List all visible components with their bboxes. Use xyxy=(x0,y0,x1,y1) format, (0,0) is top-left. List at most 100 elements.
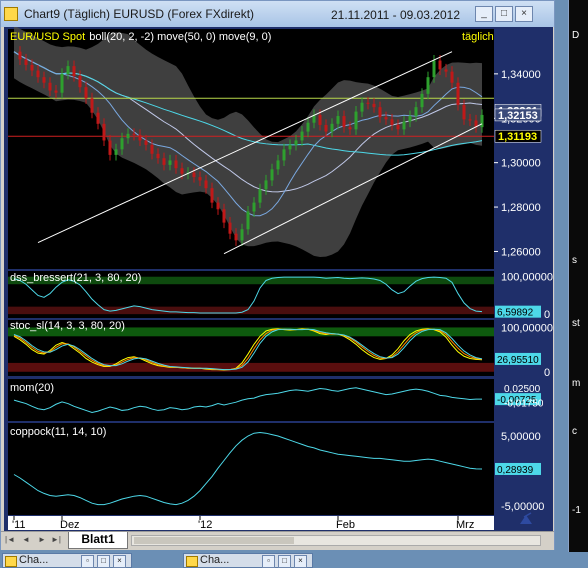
value-label: 0,28939 xyxy=(497,465,534,476)
candle-down xyxy=(132,133,136,135)
candle-up xyxy=(294,140,298,145)
coppock-tick-lower: -5,00000 xyxy=(501,501,544,513)
candle-up xyxy=(252,202,256,212)
candle-down xyxy=(384,117,388,120)
dss-title: dss_bressert(21, 3, 80, 20) xyxy=(10,272,141,284)
candle-up xyxy=(282,149,286,161)
candle-down xyxy=(390,119,394,125)
value-label: 26,95510 xyxy=(497,355,539,366)
task-label: Cha... xyxy=(200,554,230,566)
tab-prev-button[interactable]: ◄ xyxy=(21,535,31,545)
taskbar: Cha... ▫ □ × Cha... ▫ □ × xyxy=(0,552,588,568)
candle-up xyxy=(264,180,268,190)
tab-last-button[interactable]: ►| xyxy=(51,535,61,545)
bg-window-label: st xyxy=(572,318,580,329)
coppock-tick-upper: 5,00000 xyxy=(501,431,541,443)
timeframe-label: täglich xyxy=(462,31,494,43)
chart-app-icon xyxy=(5,556,17,567)
task-label: Cha... xyxy=(19,554,49,566)
candle-up xyxy=(240,229,244,241)
x-tick-label: '11 xyxy=(12,519,26,531)
window-titlebar[interactable]: Chart9 (Täglich) EURUSD (Forex FXdirekt)… xyxy=(1,1,554,27)
task-maximize-button[interactable]: □ xyxy=(97,555,110,568)
candle-down xyxy=(18,51,22,60)
mom-tick-lower: -0,01750 xyxy=(504,399,544,410)
taskbar-window-2[interactable]: Cha... ▫ □ × xyxy=(183,553,313,568)
dss-tick-0: 0 xyxy=(544,309,550,321)
task-close-button[interactable]: × xyxy=(113,555,126,568)
candle-down xyxy=(342,116,346,128)
x-axis xyxy=(8,516,494,530)
maximize-button[interactable]: □ xyxy=(495,6,513,22)
task-maximize-button[interactable]: □ xyxy=(278,555,291,568)
candle-up xyxy=(354,111,358,130)
candle-up xyxy=(60,73,64,93)
candle-down xyxy=(228,222,232,234)
task-restore-button[interactable]: ▫ xyxy=(262,555,275,568)
candle-up xyxy=(408,116,412,122)
candle-up xyxy=(420,93,424,108)
candle-down xyxy=(222,209,226,223)
close-button[interactable]: × xyxy=(515,6,533,22)
chart-area[interactable]: 1,340001,320001,300001,280001,260001,323… xyxy=(4,25,553,532)
horizontal-scrollbar[interactable] xyxy=(131,535,541,546)
tab-blatt1[interactable]: Blatt1 xyxy=(68,532,128,549)
mom-tick-upper: 0,02500 xyxy=(504,384,541,395)
x-tick-label: Dez xyxy=(60,519,80,531)
price-tick-label: 1,34000 xyxy=(501,69,541,81)
candle-up xyxy=(336,116,340,124)
tab-next-button[interactable]: ► xyxy=(37,535,47,545)
candle-up xyxy=(432,60,436,78)
task-close-button[interactable]: × xyxy=(294,555,307,568)
scrollbar-thumb[interactable] xyxy=(134,537,294,544)
stoc-tick-0: 0 xyxy=(544,367,550,379)
price-label: 1,31193 xyxy=(498,131,537,143)
price-axis-bg xyxy=(494,29,553,269)
chart-app-icon xyxy=(4,7,18,21)
candle-down xyxy=(324,124,328,132)
candle-down xyxy=(192,172,196,178)
candle-up xyxy=(66,66,70,74)
candle-up xyxy=(270,169,274,181)
candle-up xyxy=(300,131,304,141)
candle-down xyxy=(78,76,82,88)
candle-down xyxy=(372,103,376,108)
tab-first-button[interactable]: |◄ xyxy=(5,535,15,545)
candle-down xyxy=(54,90,58,93)
candle-down xyxy=(150,144,154,154)
candle-down xyxy=(444,69,448,72)
x-tick-label: Feb xyxy=(336,519,355,531)
taskbar-window-1[interactable]: Cha... ▫ □ × xyxy=(2,553,132,568)
candle-down xyxy=(396,124,400,130)
task-restore-button[interactable]: ▫ xyxy=(81,555,94,568)
oversold-zone xyxy=(8,362,494,372)
candle-up xyxy=(120,138,124,150)
candle-up xyxy=(126,133,130,139)
minimize-button[interactable]: _ xyxy=(475,6,493,22)
candle-up xyxy=(168,160,172,165)
candle-down xyxy=(180,168,184,174)
bg-window-label: D xyxy=(572,30,580,41)
candle-down xyxy=(318,114,322,125)
candle-up xyxy=(480,114,484,128)
date-range: 21.11.2011 - 09.03.2012 xyxy=(331,8,460,22)
mom-panel xyxy=(8,379,494,421)
candle-down xyxy=(234,233,238,241)
candle-up xyxy=(330,123,334,132)
bg-window-label: -1 xyxy=(572,505,581,516)
candle-up xyxy=(360,102,364,112)
price-indicators: boll(20, 2, -2) move(50, 0) move(9, 0) xyxy=(89,31,271,43)
chart-svg[interactable]: 1,340001,320001,300001,280001,260001,323… xyxy=(4,25,553,532)
price-tick-label: 1,30000 xyxy=(501,158,541,170)
candle-up xyxy=(426,77,430,94)
candle-down xyxy=(438,60,442,70)
candle-down xyxy=(90,98,94,113)
background-chart-window[interactable]: D s st m c -1 xyxy=(568,0,588,552)
candle-down xyxy=(174,160,178,169)
candle-down xyxy=(144,140,148,145)
dss-tick-100: 100,00000 xyxy=(501,272,553,284)
oversold-zone xyxy=(8,306,494,315)
candle-up xyxy=(276,160,280,170)
candle-up xyxy=(114,149,118,155)
candle-down xyxy=(204,180,208,189)
